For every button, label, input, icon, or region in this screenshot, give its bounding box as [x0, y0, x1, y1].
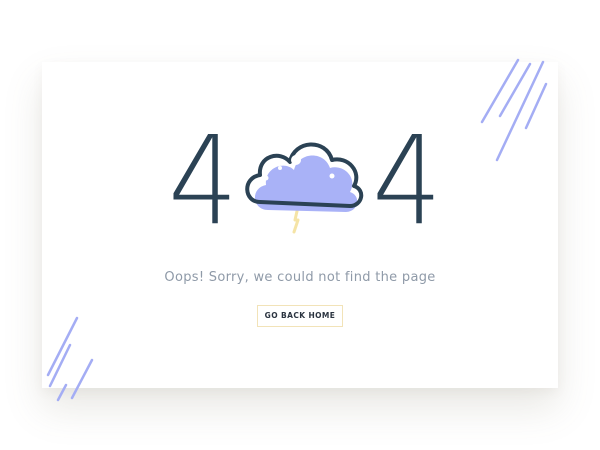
go-back-home-button[interactable]: GO BACK HOME [257, 305, 343, 327]
storm-cloud-icon [245, 142, 364, 234]
error-message: Oops! Sorry, we could not find the page [164, 270, 436, 285]
cloud-highlight [278, 166, 282, 170]
error-digit-last: 4 [372, 110, 442, 252]
cloud-highlight [291, 155, 301, 165]
cloud-highlight [329, 173, 335, 179]
page: 4 4 Oops! Sorry, we could not find the p… [0, 0, 600, 450]
error-code: 4 4 [0, 0, 600, 450]
error-digit-first: 4 [168, 110, 238, 252]
cloud-highlight [263, 175, 269, 181]
